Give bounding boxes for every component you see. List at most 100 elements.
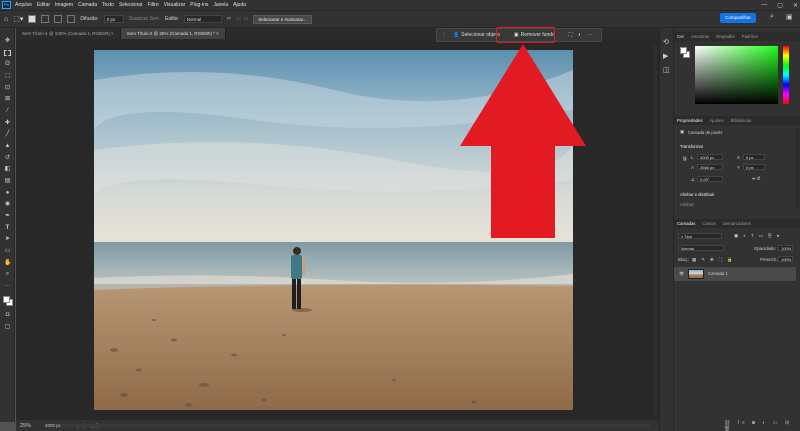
marquee-preset-icon[interactable]: ⬚▾	[13, 15, 23, 23]
more-tools-icon[interactable]: ···	[4, 283, 11, 290]
tab-layers[interactable]: Camadas	[677, 221, 695, 226]
transform-icon[interactable]: ⛶	[569, 32, 573, 38]
hue-slider[interactable]	[783, 46, 789, 104]
eraser-tool-icon[interactable]: ◧	[4, 166, 11, 173]
tab-libraries[interactable]: Bibliotecas	[731, 118, 752, 123]
stamp-tool-icon[interactable]: ▲	[4, 143, 11, 150]
tab-color[interactable]: Cor	[677, 34, 684, 39]
link-icon[interactable]: ⛓	[682, 156, 687, 162]
screen-mode-icon[interactable]: ▢	[4, 324, 11, 331]
subtract-selection-icon[interactable]	[54, 15, 63, 23]
crop-tool-icon[interactable]: ⊡	[4, 85, 11, 92]
menu-file[interactable]: Arquivo	[15, 2, 32, 8]
tab-document-2[interactable]: Sem Título-2 @ 25% (Camada 1, RGB/8#) * …	[120, 28, 226, 39]
menu-edit[interactable]: Editar	[37, 2, 50, 8]
tab-document-1[interactable]: Sem Título-1 @ 100% (Camada 1, RGB/8#) ×	[16, 28, 121, 39]
vertical-scrollbar[interactable]	[653, 45, 657, 415]
style-select[interactable]: Normal	[183, 15, 222, 23]
layer-filter-select[interactable]: ⌕ Tipo	[678, 233, 722, 239]
visibility-eye-icon[interactable]: 👁	[679, 271, 684, 277]
fill-field[interactable]: 100%	[778, 256, 793, 262]
color-fg-swatch[interactable]	[680, 47, 687, 54]
eyedropper-tool-icon[interactable]: ⁄	[4, 108, 11, 115]
select-subject-button[interactable]: 👤 Selecionar objeto	[453, 32, 500, 38]
layer-row[interactable]: 👁 Camada 1	[674, 267, 796, 281]
x-field[interactable]: 0 px	[743, 154, 765, 160]
transform-title[interactable]: Transformar	[680, 144, 703, 149]
frame-tool-icon[interactable]: ⊠	[4, 96, 11, 103]
tab-channels[interactable]: Canais	[702, 221, 715, 226]
new-selection-icon[interactable]	[28, 15, 37, 23]
properties-scrollbar[interactable]	[796, 128, 799, 208]
close-icon[interactable]: ✕	[793, 2, 798, 9]
y-field[interactable]: 0 px	[743, 164, 765, 170]
maximize-icon[interactable]: ▢	[777, 2, 783, 9]
layer-name[interactable]: Camada 1	[708, 271, 728, 276]
width-field[interactable]: 4000 px	[697, 154, 723, 160]
diffusion-field[interactable]: 0 px	[103, 15, 124, 23]
type-tool-icon[interactable]: T	[4, 225, 11, 232]
menu-image[interactable]: Imagem	[55, 2, 73, 8]
more-options-button[interactable]: ···	[587, 32, 592, 38]
adjustment-icon[interactable]: ◐	[762, 420, 768, 426]
libraries-icon[interactable]: ◫	[663, 66, 670, 74]
lock-icons[interactable]: ▦ ✎ ✥ ⛶ 🔒	[692, 257, 734, 263]
zoom-tool-icon[interactable]: ⌕	[4, 271, 11, 278]
history-icon[interactable]: ⟲	[663, 38, 669, 46]
layer-filter-icons[interactable]: ▣ ◐ T ▭ ⎘ ●	[734, 233, 781, 239]
brush-tool-icon[interactable]: ╱	[4, 131, 11, 138]
path-selection-tool-icon[interactable]: ➤	[4, 236, 11, 243]
dodge-tool-icon[interactable]: ◉	[4, 201, 11, 208]
move-tool-icon[interactable]: ✥	[4, 38, 11, 45]
select-and-mask-button[interactable]: Selecionar e mascarar...	[253, 14, 312, 24]
opacity-field[interactable]: 100%	[778, 245, 793, 251]
zoom-level[interactable]: 25%	[20, 423, 31, 429]
add-mask-icon[interactable]: ◙	[752, 420, 758, 426]
quick-mask-icon[interactable]: ◘	[4, 312, 11, 319]
gradient-tool-icon[interactable]: ▤	[4, 178, 11, 185]
intersect-selection-icon[interactable]	[67, 15, 76, 23]
blend-mode-select[interactable]: Normal	[678, 245, 724, 251]
width-height-fields[interactable]: ▭ ▭	[236, 16, 248, 22]
align-title[interactable]: Alinhar e distribuir	[680, 192, 714, 197]
menu-type[interactable]: Texto	[102, 2, 114, 8]
foreground-color-swatch[interactable]	[3, 296, 10, 303]
menu-plugins[interactable]: Plug-ins	[190, 2, 208, 8]
drag-handle-icon[interactable]: ⋮	[441, 32, 447, 39]
menu-select[interactable]: Selecionar	[119, 2, 143, 8]
menu-help[interactable]: Ajuda	[233, 2, 246, 8]
new-layer-icon[interactable]: ⊞	[785, 420, 792, 426]
antialias-checkbox-label[interactable]: Suavizar Serr.	[129, 16, 160, 22]
healing-brush-tool-icon[interactable]: ✚	[4, 120, 11, 127]
fx-icon[interactable]: fx	[738, 420, 748, 426]
color-picker-field[interactable]	[695, 46, 778, 104]
tab-paths[interactable]: Demarcadores	[723, 221, 751, 226]
mask-icon[interactable]: ◐	[578, 32, 581, 38]
menu-layer[interactable]: Camada	[78, 2, 97, 8]
trash-icon[interactable]: 🗑	[724, 426, 733, 431]
angle-field[interactable]: 0,00°	[697, 176, 723, 182]
tab-gradients[interactable]: Degradês	[716, 34, 735, 39]
add-selection-icon[interactable]	[41, 15, 50, 23]
menu-view[interactable]: Visualizar	[164, 2, 186, 8]
share-button[interactable]: Compartilhar	[720, 13, 756, 23]
history-brush-tool-icon[interactable]: ↺	[4, 155, 11, 162]
pen-tool-icon[interactable]: ✒	[4, 213, 11, 220]
menu-window[interactable]: Janela	[213, 2, 228, 8]
shape-tool-icon[interactable]: ▭	[4, 248, 11, 255]
hand-tool-icon[interactable]: ✋	[4, 260, 11, 267]
swap-icon[interactable]: ⇄	[227, 16, 231, 22]
height-field[interactable]: 2666 px	[697, 164, 723, 170]
tab-swatches[interactable]: Amostras	[691, 34, 709, 39]
tab-adjustments[interactable]: Ajustes	[710, 118, 724, 123]
flip-icons[interactable]: ⇹ ⇵	[752, 176, 760, 182]
lasso-tool-icon[interactable]: ʘ	[4, 61, 11, 68]
horizontal-scrollbar[interactable]	[60, 424, 650, 427]
object-selection-tool-icon[interactable]: ⬚	[4, 73, 11, 80]
group-icon[interactable]: ▭	[773, 420, 781, 426]
workspace-icon[interactable]: ▣	[786, 13, 793, 21]
minimize-icon[interactable]: —	[761, 2, 767, 8]
home-icon[interactable]: ⌂	[4, 16, 8, 23]
tab-properties[interactable]: Propriedades	[677, 118, 703, 123]
actions-icon[interactable]: ▶	[663, 52, 668, 60]
